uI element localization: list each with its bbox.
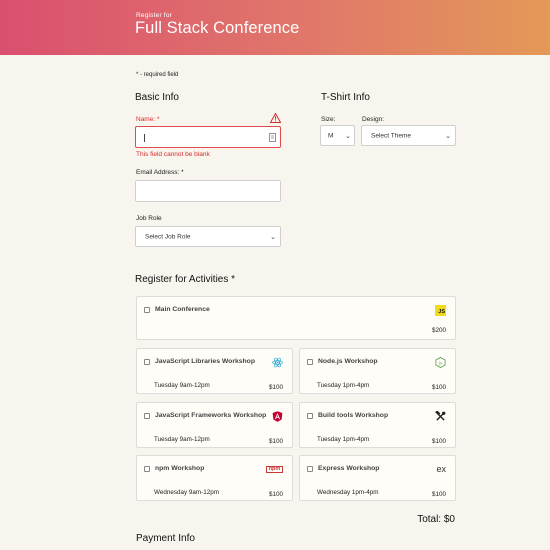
size-label: Size: [321, 116, 336, 123]
activity-name: Node.js Workshop [318, 358, 378, 365]
warning-icon [270, 113, 281, 123]
activity-checkbox[interactable] [144, 413, 150, 419]
activity-price: $100 [268, 384, 283, 391]
activity-checkbox[interactable] [144, 466, 150, 472]
activity-card-js-frameworks[interactable]: JavaScript Frameworks Workshop Tuesday 9… [136, 402, 293, 448]
job-role-select[interactable]: Select Job Role ⌄ [135, 226, 281, 247]
payment-info-title: Payment Info [136, 533, 195, 544]
express-icon: ex [436, 464, 446, 474]
svg-text:js: js [438, 360, 442, 365]
design-selected: Select Theme [371, 132, 411, 139]
activity-price: $100 [268, 491, 283, 498]
activity-checkbox[interactable] [307, 466, 313, 472]
text-caret [144, 134, 145, 142]
activity-checkbox[interactable] [144, 307, 150, 313]
activity-name: JavaScript Libraries Workshop [155, 358, 255, 365]
page-header: Register for Full Stack Conference [0, 0, 550, 55]
chevron-down-icon: ⌄ [345, 132, 351, 140]
size-selected: M [328, 132, 334, 139]
name-label: Name: * [136, 116, 160, 123]
tools-icon [435, 411, 446, 421]
activity-time: Wednesday 9am-12pm [154, 489, 219, 496]
activity-card-npm[interactable]: npm Workshop npm Wednesday 9am-12pm $100 [136, 455, 293, 501]
activity-checkbox[interactable] [307, 359, 313, 365]
react-icon [272, 357, 283, 368]
angular-icon [272, 411, 283, 422]
activity-price: $100 [268, 438, 283, 445]
job-role-label: Job Role [136, 215, 162, 222]
activity-price: $200 [431, 327, 446, 334]
activity-name: Express Workshop [318, 465, 380, 472]
activity-price: $100 [431, 491, 446, 498]
autofill-icon[interactable] [269, 133, 276, 142]
npm-icon: npm [266, 466, 283, 473]
design-label: Design: [362, 116, 385, 123]
basic-info-title: Basic Info [135, 92, 179, 103]
activity-time: Wednesday 1pm-4pm [317, 489, 379, 496]
job-role-selected: Select Job Role [145, 233, 191, 240]
activity-time: Tuesday 9am-12pm [154, 436, 210, 443]
activity-name: Build tools Workshop [318, 412, 389, 419]
activity-name: npm Workshop [155, 465, 205, 472]
tshirt-info-title: T-Shirt Info [321, 92, 370, 103]
activity-name: JavaScript Frameworks Workshop [155, 412, 267, 419]
email-field[interactable] [135, 180, 281, 202]
activity-card-build-tools[interactable]: Build tools Workshop Tuesday 1pm-4pm $10… [299, 402, 456, 448]
activity-card-express[interactable]: Express Workshop ex Wednesday 1pm-4pm $1… [299, 455, 456, 501]
activity-time: Tuesday 1pm-4pm [317, 436, 370, 443]
total-cost: Total: $0 [417, 514, 455, 525]
activities-title: Register for Activities * [135, 274, 236, 285]
activity-checkbox[interactable] [307, 413, 313, 419]
chevron-down-icon: ⌄ [270, 233, 276, 241]
nodejs-icon: js [435, 357, 446, 368]
activity-checkbox[interactable] [144, 359, 150, 365]
activity-price: $100 [431, 384, 446, 391]
name-field[interactable] [135, 126, 281, 148]
chevron-down-icon: ⌄ [445, 132, 451, 140]
js-icon: JS [435, 305, 446, 316]
page-title: Full Stack Conference [135, 19, 300, 37]
email-label: Email Address: * [136, 169, 184, 176]
activity-time: Tuesday 1pm-4pm [317, 382, 370, 389]
activity-card-main-conference[interactable]: Main Conference JS $200 [136, 296, 456, 340]
activity-card-js-libraries[interactable]: JavaScript Libraries Workshop Tuesday 9a… [136, 348, 293, 394]
design-select[interactable]: Select Theme ⌄ [361, 125, 456, 146]
size-select[interactable]: M ⌄ [320, 125, 355, 146]
activity-price: $100 [431, 438, 446, 445]
name-error-message: This field cannot be blank [136, 151, 210, 158]
activity-time: Tuesday 9am-12pm [154, 382, 210, 389]
required-note: * - required field [136, 72, 179, 78]
header-pre-title: Register for [136, 12, 172, 19]
activity-name: Main Conference [155, 306, 210, 313]
activity-card-nodejs[interactable]: Node.js Workshop js Tuesday 1pm-4pm $100 [299, 348, 456, 394]
